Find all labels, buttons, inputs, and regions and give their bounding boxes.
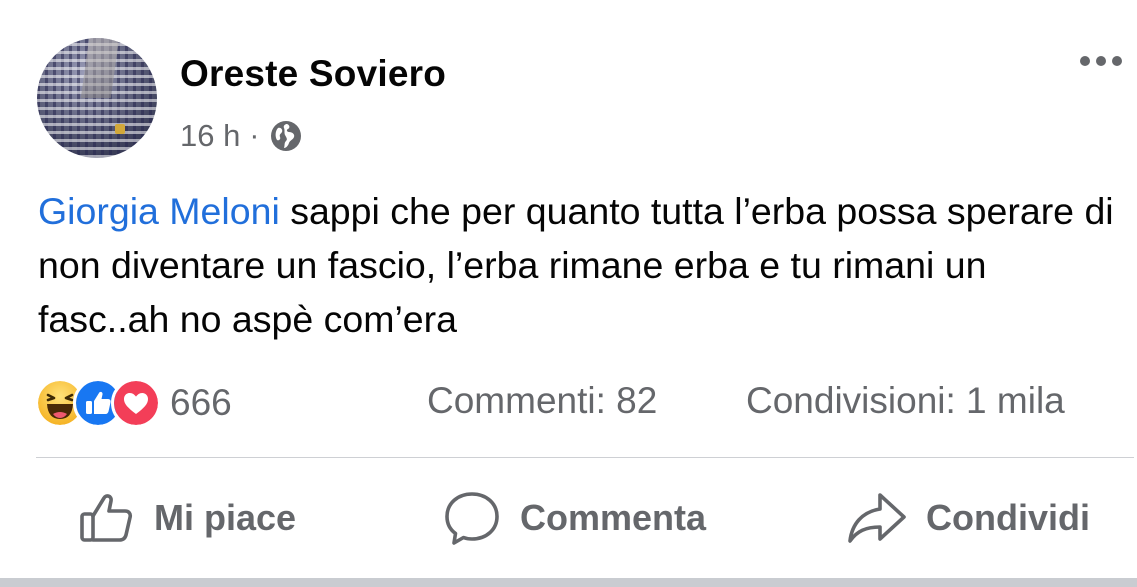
divider <box>36 457 1134 458</box>
section-separator <box>0 578 1137 587</box>
author-avatar[interactable] <box>37 38 157 158</box>
globe-icon[interactable] <box>269 119 303 153</box>
comment-label: Commenta <box>520 497 707 538</box>
like-button[interactable]: Mi piace <box>78 486 296 550</box>
love-reaction-icon <box>111 378 161 428</box>
comment-button[interactable]: Commenta <box>442 486 706 550</box>
share-arrow-icon <box>848 493 906 543</box>
share-button[interactable]: Condividi <box>846 486 1090 550</box>
thumbs-up-icon <box>80 494 133 542</box>
reactions-summary[interactable]: 666 <box>35 378 232 428</box>
more-dot <box>1096 56 1106 66</box>
meta-separator: · <box>249 119 260 152</box>
post-time[interactable]: 16 h <box>180 118 240 154</box>
author-name[interactable]: Oreste Soviero <box>180 53 446 95</box>
more-dot <box>1112 56 1122 66</box>
comments-count[interactable]: Commenti: 82 <box>427 380 657 422</box>
mention-link[interactable]: Giorgia Meloni <box>38 190 280 232</box>
more-horizontal-icon[interactable] <box>1080 56 1122 66</box>
post-text: Giorgia Meloni sappi che per quanto tutt… <box>38 184 1118 346</box>
like-label: Mi piace <box>154 497 297 538</box>
more-dot <box>1080 56 1090 66</box>
post-meta: 16 h · <box>180 118 303 154</box>
share-label: Condividi <box>926 497 1090 538</box>
avatar-photo-detail <box>80 38 120 98</box>
comment-bubble-icon <box>445 492 499 545</box>
shares-count[interactable]: Condivisioni: 1 mila <box>746 380 1065 422</box>
avatar-photo-detail <box>115 124 125 134</box>
reactions-count: 666 <box>170 382 232 423</box>
